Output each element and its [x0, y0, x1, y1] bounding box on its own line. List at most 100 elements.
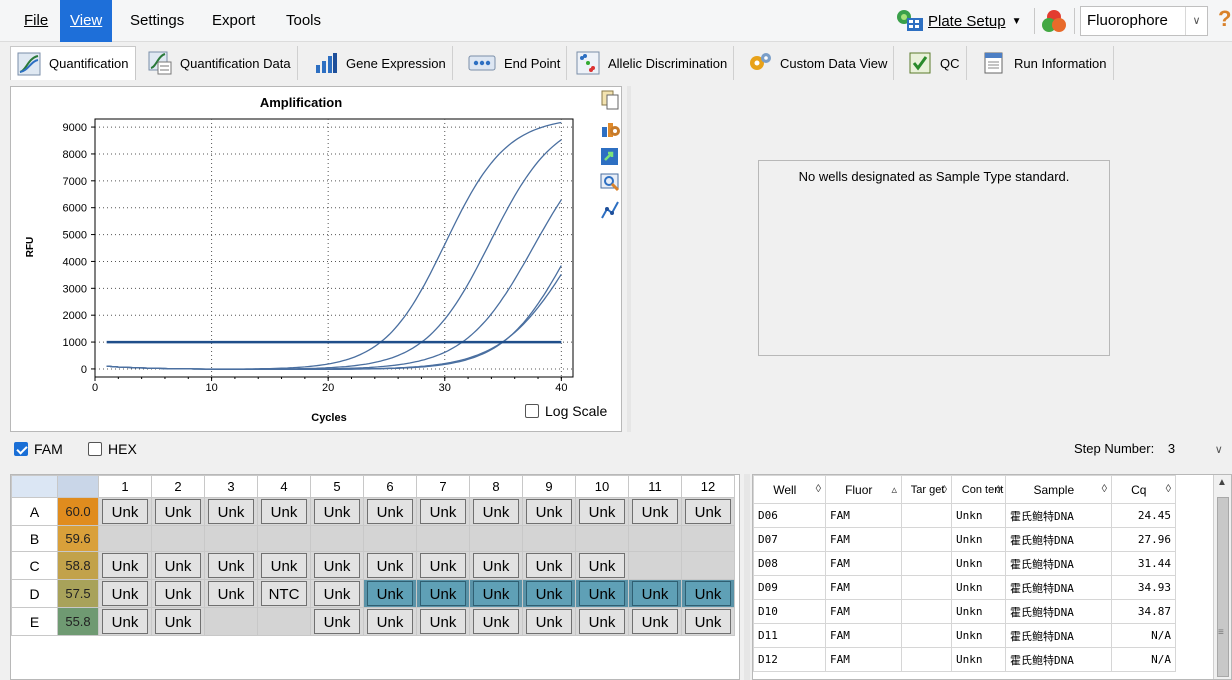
plate-column-header[interactable]: 7: [416, 475, 470, 498]
plate-corner-cell[interactable]: [11, 475, 58, 498]
plate-well[interactable]: Unk: [310, 497, 364, 526]
plate-well[interactable]: Unk: [469, 607, 523, 636]
plate-well[interactable]: Unk: [363, 579, 417, 608]
column-header-cq[interactable]: Cq ◊: [1111, 475, 1176, 504]
plate-well[interactable]: Unk: [363, 497, 417, 526]
plate-well[interactable]: Unk: [416, 579, 470, 608]
export-icon[interactable]: [599, 145, 621, 167]
plate-well[interactable]: Unk: [98, 497, 152, 526]
plate-column-header[interactable]: 1: [98, 475, 152, 498]
plate-well[interactable]: [257, 525, 311, 552]
plate-well[interactable]: Unk: [310, 551, 364, 580]
plate-well[interactable]: Unk: [204, 551, 258, 580]
plate-well[interactable]: Unk: [681, 607, 735, 636]
plate-row-header[interactable]: D: [11, 579, 58, 608]
plate-well[interactable]: [204, 525, 258, 552]
step-number-select[interactable]: 3: [1168, 441, 1175, 456]
column-header-content[interactable]: Con tent ◊: [951, 475, 1006, 504]
copy-icon[interactable]: [599, 89, 621, 111]
plate-well[interactable]: NTC: [257, 579, 311, 608]
plate-well[interactable]: [310, 525, 364, 552]
plate-well[interactable]: Unk: [522, 551, 576, 580]
plate-well[interactable]: [257, 607, 311, 636]
plate-well[interactable]: Unk: [98, 551, 152, 580]
plate-well[interactable]: Unk: [469, 497, 523, 526]
plate-column-header[interactable]: 9: [522, 475, 576, 498]
line-style-icon[interactable]: [599, 199, 621, 221]
plate-well[interactable]: Unk: [151, 607, 205, 636]
tab-quantification[interactable]: Quantification: [10, 46, 136, 80]
plate-well[interactable]: [681, 525, 735, 552]
plate-well[interactable]: Unk: [363, 607, 417, 636]
menu-export[interactable]: Export: [202, 0, 265, 42]
plate-well[interactable]: [469, 525, 523, 552]
help-icon[interactable]: ?: [1218, 6, 1231, 32]
plate-column-header[interactable]: 10: [575, 475, 629, 498]
tab-allelic-discrimination[interactable]: Allelic Discrimination: [570, 46, 735, 80]
tab-gene-expression[interactable]: Gene Expression: [308, 46, 453, 80]
panel-splitter[interactable]: [744, 474, 750, 680]
table-row[interactable]: D12 FAM Unkn 霍氏鲍特DNA N/A: [753, 647, 1176, 672]
plate-well[interactable]: Unk: [204, 579, 258, 608]
plate-well[interactable]: [151, 525, 205, 552]
plate-column-header[interactable]: 5: [310, 475, 364, 498]
plate-well[interactable]: Unk: [204, 497, 258, 526]
tab-qc[interactable]: QC: [902, 46, 967, 80]
zoom-chart-icon[interactable]: [599, 171, 621, 193]
plate-well[interactable]: Unk: [469, 579, 523, 608]
plate-well[interactable]: Unk: [257, 551, 311, 580]
plate-well[interactable]: Unk: [522, 607, 576, 636]
plate-well[interactable]: [575, 525, 629, 552]
plate-well[interactable]: Unk: [151, 579, 205, 608]
column-header-well[interactable]: Well ◊: [753, 475, 826, 504]
fluorophore-select[interactable]: Fluorophore ∨: [1080, 6, 1208, 36]
plate-well[interactable]: Unk: [628, 607, 682, 636]
column-header-target[interactable]: Tar get ◊: [901, 475, 952, 504]
plate-well[interactable]: Unk: [681, 497, 735, 526]
column-header-sample[interactable]: Sample ◊: [1005, 475, 1112, 504]
plate-well[interactable]: [628, 525, 682, 552]
plate-column-header[interactable]: 2: [151, 475, 205, 498]
plate-well[interactable]: Unk: [575, 551, 629, 580]
tab-quantification-data[interactable]: Quantification Data: [142, 46, 298, 80]
plate-well[interactable]: Unk: [310, 607, 364, 636]
plate-row-header[interactable]: B: [11, 525, 58, 552]
plate-well[interactable]: Unk: [416, 551, 470, 580]
plate-column-header[interactable]: 6: [363, 475, 417, 498]
plate-well[interactable]: Unk: [522, 497, 576, 526]
plate-well[interactable]: Unk: [628, 579, 682, 608]
column-header-fluor[interactable]: Fluor ▵: [825, 475, 902, 504]
plate-well[interactable]: Unk: [310, 579, 364, 608]
panel-splitter[interactable]: [627, 86, 631, 432]
tab-custom-data-view[interactable]: Custom Data View: [742, 46, 895, 80]
menu-view[interactable]: View: [60, 0, 113, 42]
plate-well[interactable]: Unk: [363, 551, 417, 580]
amplification-chart[interactable]: Amplification RFU Cycles 0 10 20 30 40 0 1000 2…: [11, 87, 591, 433]
plate-column-header[interactable]: 12: [681, 475, 735, 498]
table-row[interactable]: D07 FAM Unkn 霍氏鲍特DNA 27.96: [753, 527, 1176, 552]
plate-well[interactable]: [416, 525, 470, 552]
plate-column-header[interactable]: 8: [469, 475, 523, 498]
plate-well[interactable]: Unk: [151, 551, 205, 580]
plate-column-header[interactable]: 11: [628, 475, 682, 498]
table-row[interactable]: D11 FAM Unkn 霍氏鲍特DNA N/A: [753, 623, 1176, 648]
tab-run-information[interactable]: Run Information: [976, 46, 1114, 80]
plate-row-header[interactable]: E: [11, 607, 58, 636]
menu-settings[interactable]: Settings: [120, 0, 194, 42]
plate-column-header[interactable]: 4: [257, 475, 311, 498]
plate-well[interactable]: Unk: [416, 497, 470, 526]
scroll-up-icon[interactable]: ▲: [1217, 477, 1227, 488]
plate-well[interactable]: Unk: [416, 607, 470, 636]
plate-well[interactable]: Unk: [575, 497, 629, 526]
plate-well[interactable]: [681, 551, 735, 580]
menu-tools[interactable]: Tools: [276, 0, 331, 42]
plate-well[interactable]: Unk: [151, 497, 205, 526]
table-row[interactable]: D06 FAM Unkn 霍氏鲍特DNA 24.45: [753, 503, 1176, 528]
plate-well[interactable]: Unk: [522, 579, 576, 608]
plate-well[interactable]: Unk: [575, 607, 629, 636]
hex-checkbox[interactable]: [88, 442, 102, 456]
plate-well[interactable]: Unk: [681, 579, 735, 608]
plate-well[interactable]: [204, 607, 258, 636]
plate-well[interactable]: Unk: [575, 579, 629, 608]
plate-row-header[interactable]: A: [11, 497, 58, 526]
